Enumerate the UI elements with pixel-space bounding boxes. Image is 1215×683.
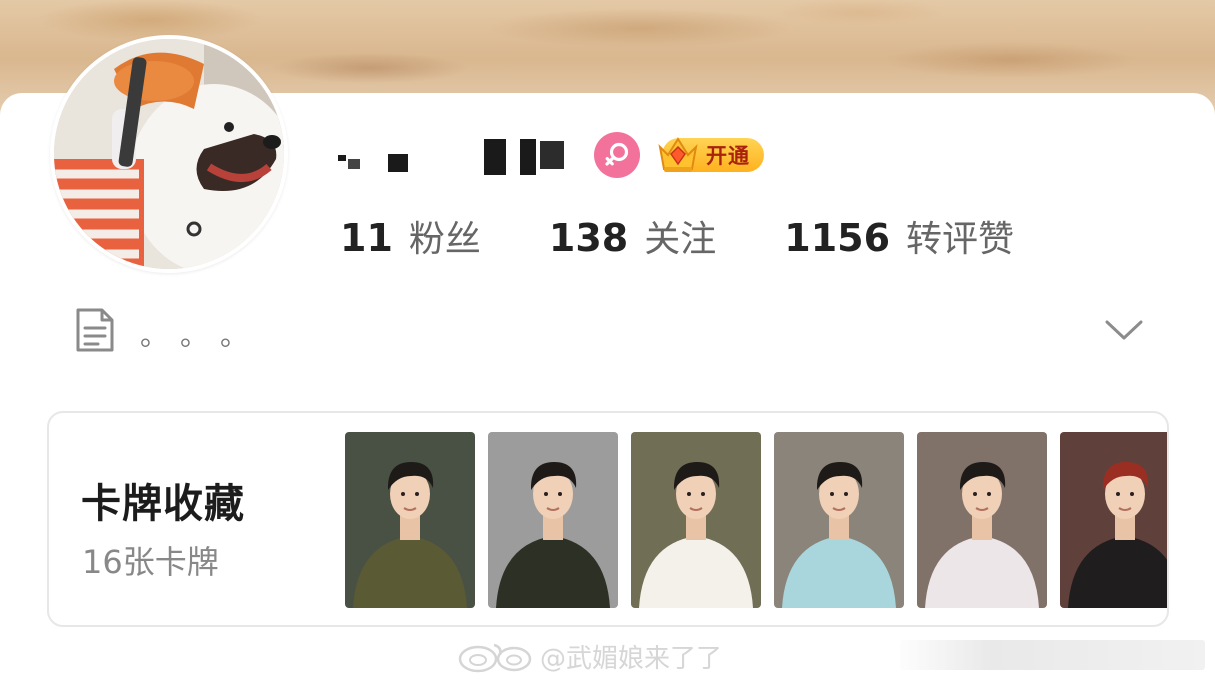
stat-followers[interactable]: 11 粉丝 <box>340 210 481 262</box>
card-thumbnail[interactable] <box>774 432 904 608</box>
username-row: 开通 <box>338 128 764 182</box>
weibo-logo-icon <box>458 643 532 673</box>
collection-count: 16张卡牌 <box>82 543 219 581</box>
stat-value: 11 <box>340 216 393 260</box>
female-gender-icon <box>594 132 640 178</box>
card-portrait <box>774 432 904 608</box>
bio-text: 。。。 <box>140 319 275 352</box>
profile-stats: 11 粉丝 138 关注 1156 转评赞 <box>340 210 1014 262</box>
username-redacted <box>338 128 564 182</box>
card-portrait <box>631 432 761 608</box>
redaction-block <box>338 155 346 161</box>
stat-label: 粉丝 <box>408 219 481 260</box>
card-thumbnail[interactable] <box>488 432 618 608</box>
document-icon <box>76 308 114 352</box>
card-portrait <box>488 432 618 608</box>
bio-row[interactable]: 。。。 <box>72 305 1172 355</box>
stat-value: 1156 <box>784 216 891 260</box>
crown-icon <box>658 137 698 172</box>
card-thumbnail[interactable] <box>917 432 1047 608</box>
card-portrait <box>917 432 1047 608</box>
stat-interactions[interactable]: 1156 转评赞 <box>784 210 1014 262</box>
watermark: @武媚娘来了了 <box>456 636 722 676</box>
collection-title: 卡牌收藏 <box>81 481 245 527</box>
stat-following[interactable]: 138 关注 <box>549 210 716 262</box>
card-thumbnail[interactable] <box>345 432 475 608</box>
redaction-block <box>348 159 360 169</box>
card-thumbnail[interactable] <box>631 432 761 608</box>
avatar[interactable] <box>50 35 288 273</box>
watermark-text: @武媚娘来了了 <box>540 643 723 674</box>
stat-value: 138 <box>548 216 629 260</box>
redaction-block <box>540 141 564 169</box>
card-portrait <box>345 432 475 608</box>
redaction-block <box>388 154 408 172</box>
watermark-blur <box>900 640 1205 670</box>
card-portrait <box>1060 432 1167 608</box>
vip-open-button[interactable]: 开通 <box>656 135 764 175</box>
card-thumbnails <box>345 432 1167 608</box>
card-collection[interactable]: 卡牌收藏 16张卡牌 <box>47 411 1169 627</box>
stat-label: 转评赞 <box>906 219 1015 260</box>
card-thumbnail[interactable] <box>1060 432 1167 608</box>
redaction-block <box>520 139 536 175</box>
redaction-block <box>484 139 506 175</box>
chevron-down-icon[interactable] <box>1104 317 1144 343</box>
stat-label: 关注 <box>644 219 717 260</box>
